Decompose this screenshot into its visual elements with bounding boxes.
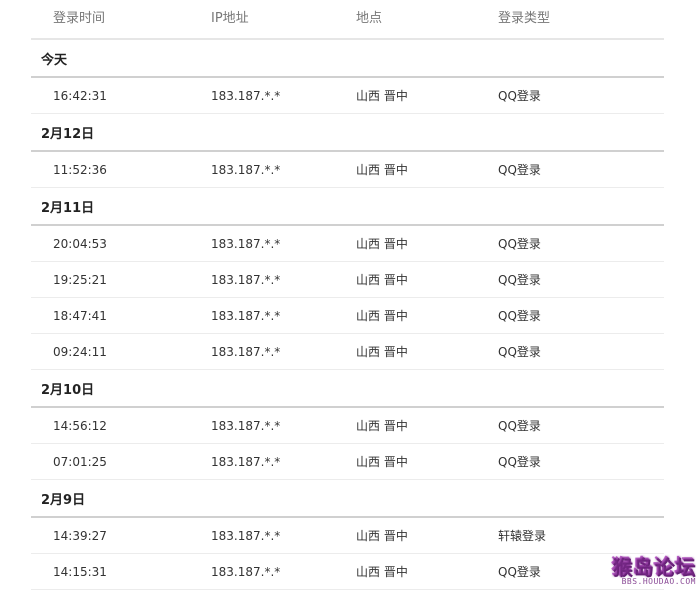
- row-ip-address: 183.187.*.*: [211, 237, 281, 251]
- header-location: 地点: [356, 11, 383, 26]
- row-login-time: 14:56:12: [53, 419, 107, 433]
- row-login-time: 14:15:31: [53, 565, 107, 579]
- row-location: 山西 晋中: [356, 455, 408, 469]
- table-row: 14:15:31 183.187.*.* 山西 晋中 QQ登录: [31, 554, 664, 590]
- table-header: 登录时间 IP地址 地点 登录类型: [31, 0, 664, 40]
- row-login-type: QQ登录: [498, 309, 541, 323]
- row-location: 山西 晋中: [356, 163, 408, 177]
- row-location: 山西 晋中: [356, 237, 408, 251]
- header-login-time: 登录时间: [53, 11, 106, 26]
- row-location: 山西 晋中: [356, 529, 408, 543]
- row-ip-address: 183.187.*.*: [211, 163, 281, 177]
- group-date-title: 2月9日: [31, 480, 664, 518]
- row-ip-address: 183.187.*.*: [211, 419, 281, 433]
- table-row: 14:39:27 183.187.*.* 山西 晋中 轩辕登录: [31, 518, 664, 554]
- row-login-type: QQ登录: [498, 273, 541, 287]
- row-location: 山西 晋中: [356, 89, 408, 103]
- row-login-type: QQ登录: [498, 565, 541, 579]
- row-login-type: QQ登录: [498, 163, 541, 177]
- row-ip-address: 183.187.*.*: [211, 565, 281, 579]
- table-row: 09:24:11 183.187.*.* 山西 晋中 QQ登录: [31, 334, 664, 370]
- row-login-type: QQ登录: [498, 89, 541, 103]
- group-date-title: 2月11日: [31, 188, 664, 226]
- row-location: 山西 晋中: [356, 419, 408, 433]
- table-row: 07:01:25 183.187.*.* 山西 晋中 QQ登录: [31, 444, 664, 480]
- row-login-type: QQ登录: [498, 419, 541, 433]
- table-row: 11:52:36 183.187.*.* 山西 晋中 QQ登录: [31, 152, 664, 188]
- table-row: 20:04:53 183.187.*.* 山西 晋中 QQ登录: [31, 226, 664, 262]
- row-location: 山西 晋中: [356, 309, 408, 323]
- table-row: 18:47:41 183.187.*.* 山西 晋中 QQ登录: [31, 298, 664, 334]
- row-login-time: 16:42:31: [53, 89, 107, 103]
- forum-watermark: 猴岛论坛 BBS.HOUDAO.COM: [612, 557, 696, 586]
- row-ip-address: 183.187.*.*: [211, 309, 281, 323]
- group-date-title: 今天: [31, 40, 664, 78]
- row-login-time: 07:01:25: [53, 455, 107, 469]
- login-history-table: 登录时间 IP地址 地点 登录类型 今天 16:42:31 183.187.*.* 山…: [31, 0, 664, 590]
- row-ip-address: 183.187.*.*: [211, 345, 281, 359]
- group-date-title: 2月10日: [31, 370, 664, 408]
- row-login-type: QQ登录: [498, 237, 541, 251]
- row-ip-address: 183.187.*.*: [211, 273, 281, 287]
- table-row: 14:56:12 183.187.*.* 山西 晋中 QQ登录: [31, 408, 664, 444]
- login-groups: 今天 16:42:31 183.187.*.* 山西 晋中 QQ登录 2月12日 11:52…: [31, 40, 664, 590]
- row-ip-address: 183.187.*.*: [211, 89, 281, 103]
- header-ip-address: IP地址: [211, 11, 249, 26]
- table-row: 19:25:21 183.187.*.* 山西 晋中 QQ登录: [31, 262, 664, 298]
- row-login-time: 11:52:36: [53, 163, 107, 177]
- row-login-type: QQ登录: [498, 345, 541, 359]
- row-login-time: 18:47:41: [53, 309, 107, 323]
- group-date-title: 2月12日: [31, 114, 664, 152]
- row-login-time: 14:39:27: [53, 529, 107, 543]
- table-row: 16:42:31 183.187.*.* 山西 晋中 QQ登录: [31, 78, 664, 114]
- row-login-time: 20:04:53: [53, 237, 107, 251]
- watermark-url: BBS.HOUDAO.COM: [621, 577, 696, 586]
- header-login-type: 登录类型: [498, 11, 551, 26]
- row-login-type: QQ登录: [498, 455, 541, 469]
- row-ip-address: 183.187.*.*: [211, 455, 281, 469]
- watermark-logo-text: 猴岛论坛: [612, 555, 696, 579]
- row-location: 山西 晋中: [356, 273, 408, 287]
- row-login-type: 轩辕登录: [498, 529, 547, 543]
- row-login-time: 09:24:11: [53, 345, 107, 359]
- row-login-time: 19:25:21: [53, 273, 107, 287]
- row-location: 山西 晋中: [356, 565, 408, 579]
- row-location: 山西 晋中: [356, 345, 408, 359]
- row-ip-address: 183.187.*.*: [211, 529, 281, 543]
